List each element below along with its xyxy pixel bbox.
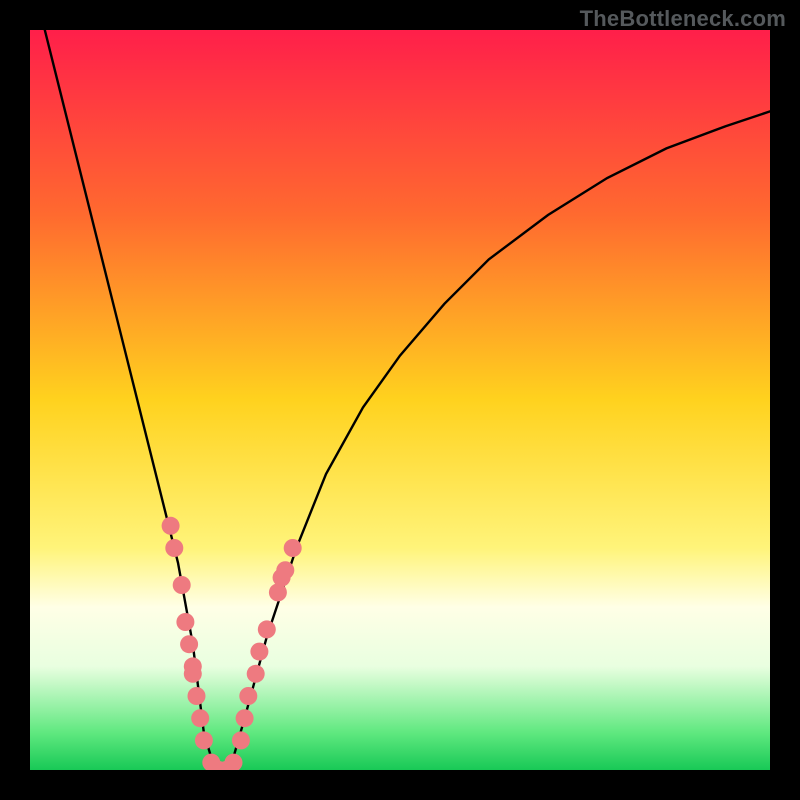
- marker-dot: [180, 635, 198, 653]
- chart-frame: TheBottleneck.com: [0, 0, 800, 800]
- curve-layer: [30, 30, 770, 770]
- marker-dot: [176, 613, 194, 631]
- plot-area: [30, 30, 770, 770]
- bottleneck-curve: [45, 30, 770, 770]
- watermark-text: TheBottleneck.com: [580, 6, 786, 32]
- marker-dot: [165, 539, 183, 557]
- marker-dot: [184, 665, 202, 683]
- marker-group: [162, 517, 302, 770]
- marker-dot: [247, 665, 265, 683]
- marker-dot: [162, 517, 180, 535]
- marker-dot: [250, 643, 268, 661]
- marker-dot: [232, 731, 250, 749]
- marker-dot: [239, 687, 257, 705]
- marker-dot: [191, 709, 209, 727]
- marker-dot: [188, 687, 206, 705]
- marker-dot: [284, 539, 302, 557]
- marker-dot: [276, 561, 294, 579]
- marker-dot: [195, 731, 213, 749]
- marker-dot: [258, 620, 276, 638]
- marker-dot: [236, 709, 254, 727]
- marker-dot: [225, 754, 243, 770]
- marker-dot: [173, 576, 191, 594]
